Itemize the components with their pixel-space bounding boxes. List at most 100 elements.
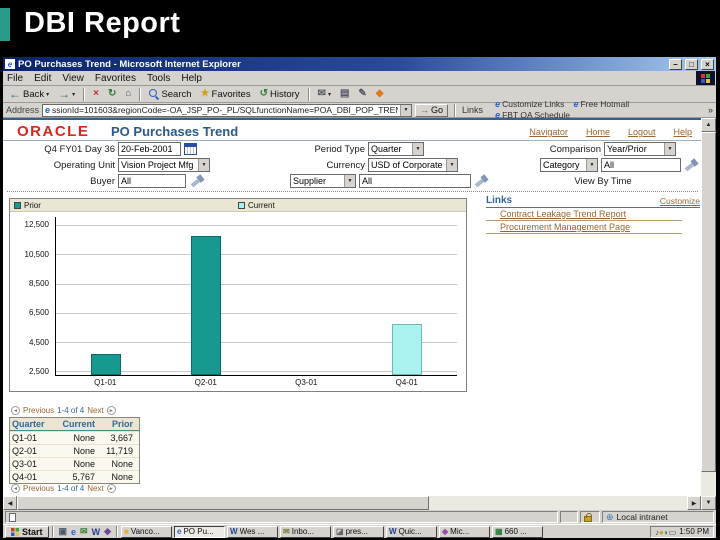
go-button[interactable]: → Go xyxy=(415,103,449,117)
date-value: 20-Feb-2001 xyxy=(121,144,173,154)
gridline xyxy=(56,283,457,285)
previous-link[interactable]: Previous xyxy=(23,484,54,493)
menu-item-favorites[interactable]: Favorites xyxy=(95,73,136,84)
task-button[interactable]: ◪ pres... xyxy=(333,525,385,538)
vertical-scroll-thumb[interactable] xyxy=(701,132,716,472)
links-bar-item[interactable]: e Free Hotmail xyxy=(573,99,629,109)
dropdown-arrow-icon[interactable]: ▼ xyxy=(412,143,423,155)
menu-item-view[interactable]: View xyxy=(62,73,84,84)
scroll-up-icon[interactable]: ▲ xyxy=(701,118,716,132)
back-button[interactable]: ← Back ▾ xyxy=(5,87,53,102)
flashlight-search-icon[interactable] xyxy=(190,175,206,188)
vertical-scrollbar[interactable]: ▲ ▼ xyxy=(701,118,716,510)
title-bar[interactable]: e PO Purchases Trend - Microsoft Interne… xyxy=(3,57,716,71)
category-input[interactable]: All xyxy=(601,158,681,172)
close-button[interactable]: × xyxy=(701,58,714,70)
word-icon[interactable]: W xyxy=(92,527,101,537)
nav-link-logout[interactable]: Logout xyxy=(628,127,656,137)
scroll-right-icon[interactable]: ▶ xyxy=(687,496,701,510)
dropdown-arrow-icon[interactable]: ▼ xyxy=(586,159,597,171)
task-button[interactable]: ✉ Inbo... xyxy=(280,525,332,538)
mail-button[interactable]: ✉ ▾ xyxy=(314,87,335,102)
flashlight-search-icon[interactable] xyxy=(684,159,700,172)
dropdown-arrow-icon[interactable]: ▼ xyxy=(446,159,457,171)
home-button[interactable]: ⌂ xyxy=(121,87,135,102)
next-icon[interactable]: ► xyxy=(106,484,116,493)
show-desktop-icon[interactable]: ▣ xyxy=(59,526,68,537)
forward-button[interactable]: → ▾ xyxy=(54,87,79,102)
col-header: Quarter xyxy=(12,419,45,429)
menu-item-file[interactable]: File xyxy=(7,73,23,84)
calendar-icon[interactable] xyxy=(184,143,197,155)
search-button[interactable]: Search xyxy=(145,87,195,102)
nav-link-navigator[interactable]: Navigator xyxy=(529,127,568,137)
task-button[interactable]: ▦ 660 ... xyxy=(492,525,544,538)
customize-link[interactable]: Customize xyxy=(660,196,700,206)
nav-link-home[interactable]: Home xyxy=(586,127,610,137)
nav-link-help[interactable]: Help xyxy=(673,127,692,137)
address-dropdown-button[interactable]: ▼ xyxy=(400,104,412,116)
forward-dropdown-icon[interactable]: ▾ xyxy=(72,91,75,98)
scroll-down-icon[interactable]: ▼ xyxy=(701,496,716,510)
date-input[interactable]: 20-Feb-2001 xyxy=(118,142,181,156)
menu-item-tools[interactable]: Tools xyxy=(147,73,170,84)
task-button[interactable]: W Quic... xyxy=(386,525,438,538)
favorites-button[interactable]: ★ Favorites xyxy=(197,87,255,102)
dropdown-arrow-icon[interactable]: ▼ xyxy=(198,159,209,171)
previous-link[interactable]: Previous xyxy=(23,406,54,415)
buyer-input[interactable]: All xyxy=(118,174,186,188)
category-select[interactable]: Category ▼ xyxy=(540,158,598,172)
flashlight-search-icon[interactable] xyxy=(474,175,490,188)
document-icon xyxy=(9,512,16,522)
cell: Q2-01 xyxy=(12,446,38,456)
period-type-select[interactable]: Quarter ▼ xyxy=(368,142,424,156)
task-button[interactable]: ■ Vanco... xyxy=(121,525,173,538)
horizontal-scroll-thumb[interactable] xyxy=(17,496,429,510)
page-range: 1-4 of 4 xyxy=(57,484,85,493)
minimize-button[interactable]: – xyxy=(669,58,682,70)
history-button[interactable]: ↺ History xyxy=(256,87,304,102)
restore-button[interactable]: □ xyxy=(685,58,698,70)
menu-item-edit[interactable]: Edit xyxy=(34,73,51,84)
discuss-button[interactable]: ◆ xyxy=(372,87,388,102)
ie-icon[interactable]: e xyxy=(71,527,76,537)
dropdown-arrow-icon[interactable]: ▼ xyxy=(664,143,675,155)
task-button[interactable]: e PO Pu... xyxy=(174,525,226,538)
report-link[interactable]: Contract Leakage Trend Report xyxy=(486,208,682,221)
horizontal-scrollbar[interactable]: ◀ ▶ xyxy=(3,496,701,510)
table-row: Q2-01 None 11,719 xyxy=(10,444,139,457)
task-button[interactable]: ◆ Mic... xyxy=(439,525,491,538)
links-bar-item[interactable]: e Customize Links xyxy=(495,99,564,109)
next-link[interactable]: Next xyxy=(87,406,103,415)
stop-button[interactable]: × xyxy=(89,87,103,102)
tray-icon-3[interactable]: ▭ xyxy=(669,528,677,537)
dropdown-arrow-icon[interactable]: ▼ xyxy=(344,175,355,187)
start-label: Start xyxy=(22,526,43,537)
links-overflow-chevron[interactable]: » xyxy=(708,105,713,115)
mail-dropdown-icon[interactable]: ▾ xyxy=(328,91,331,98)
next-icon[interactable]: ► xyxy=(106,406,116,415)
supplier-input[interactable]: All xyxy=(359,174,471,188)
edit-button[interactable]: ✎ xyxy=(354,87,370,102)
comparison-select[interactable]: Year/Prior ▼ xyxy=(604,142,676,156)
start-button[interactable]: Start xyxy=(5,525,49,538)
task-button-icon: ◪ xyxy=(336,527,344,536)
supplier-select[interactable]: Supplier ▼ xyxy=(290,174,356,188)
operating-unit-select[interactable]: Vision Project Mfg ▼ xyxy=(118,158,210,172)
previous-icon[interactable]: ◄ xyxy=(11,406,20,415)
print-button[interactable]: ▤ xyxy=(336,87,353,102)
address-input[interactable]: e ssionId=101603&regionCode=-OA_JSP_PO-_… xyxy=(42,103,413,117)
next-link[interactable]: Next xyxy=(87,484,103,493)
refresh-button[interactable]: ↻ xyxy=(104,87,120,102)
slide-title: DBI Report xyxy=(24,7,181,39)
report-link[interactable]: Procurement Management Page xyxy=(486,221,682,234)
currency-select[interactable]: USD of Corporate ▼ xyxy=(368,158,458,172)
scroll-left-icon[interactable]: ◀ xyxy=(3,496,17,510)
task-button[interactable]: W Wes ... xyxy=(227,525,279,538)
mail-icon[interactable]: ✉ xyxy=(80,526,88,537)
previous-icon[interactable]: ◄ xyxy=(11,484,20,493)
task-button-label: Mic... xyxy=(450,527,470,536)
app-icon[interactable]: ◆ xyxy=(104,526,111,537)
back-dropdown-icon[interactable]: ▾ xyxy=(46,91,49,98)
menu-item-help[interactable]: Help xyxy=(181,73,202,84)
